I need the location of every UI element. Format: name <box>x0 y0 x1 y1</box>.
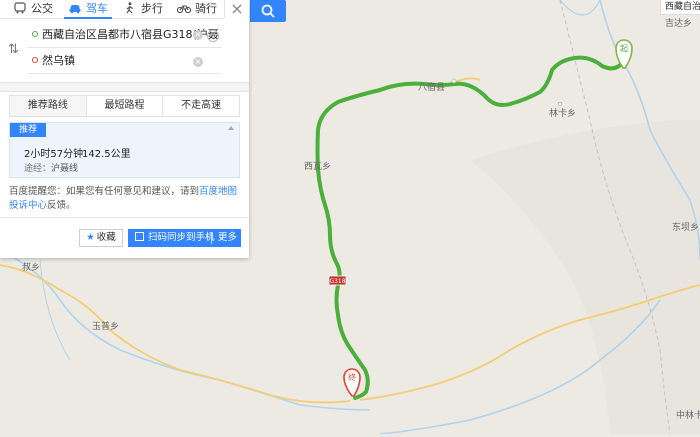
tab-shortest[interactable]: 最短路程 <box>87 96 164 116</box>
search-icon <box>261 4 275 18</box>
end-marker-label: 终 <box>348 372 356 382</box>
region-label: 西藏自治 <box>660 0 700 15</box>
start-point-text: 西藏自治区昌都市八宿县G318(沪聂 <box>42 28 218 41</box>
collapse-icon[interactable] <box>228 126 234 130</box>
mode-drive[interactable]: 驾车 <box>64 0 112 19</box>
section-divider <box>0 82 249 92</box>
scan-to-phone-button[interactable]: 扫码同步到手机 更多 <box>128 229 241 247</box>
route-duration: 2小时57分钟 <box>24 149 84 160</box>
field-divider <box>28 73 222 74</box>
swap-icon[interactable]: ⇅ <box>8 42 22 57</box>
star-icon: ★ <box>86 232 95 243</box>
add-waypoint-icon[interactable]: + <box>207 30 219 42</box>
close-button[interactable]: × <box>224 0 249 18</box>
tab-recommended[interactable]: 推荐路线 <box>10 96 87 116</box>
feedback-tip: 百度提醒您：如果您有任何意见和建议，请到百度地图投诉中心反馈。 <box>9 185 241 213</box>
tab-no-highway[interactable]: 不走高速 <box>163 96 239 116</box>
car-icon <box>69 5 81 14</box>
close-icon: × <box>230 0 244 18</box>
favorite-label: 收藏 <box>96 232 116 243</box>
end-point-field[interactable]: 然乌镇 <box>28 50 218 72</box>
clear-end-icon[interactable]: × <box>193 57 203 67</box>
mode-walk[interactable]: 步行 <box>123 0 163 18</box>
section-divider <box>0 217 249 218</box>
place-label-dongba: 东坝乡 <box>672 223 700 233</box>
place-label-jiaoyu: 叔乡 <box>22 263 41 273</box>
tip-text-end: 反馈。 <box>47 200 76 211</box>
bus-icon <box>14 2 26 14</box>
end-dot-icon <box>32 57 38 63</box>
search-button[interactable] <box>250 0 286 22</box>
mode-drive-label: 驾车 <box>86 2 108 15</box>
end-point-text: 然乌镇 <box>42 54 75 67</box>
button-divider <box>211 232 212 244</box>
route-panel: 公交 驾车 步行 骑行 × ⇅ 西藏自治区昌都市八宿县G318(沪聂 × + 然… <box>0 0 249 258</box>
bike-icon <box>177 5 191 14</box>
place-label-baxiu: 八宿县 <box>418 83 446 93</box>
route-via-label: 途经： <box>24 164 52 174</box>
route-distance: 142.5公里 <box>82 149 131 160</box>
route-via-value: 沪聂线 <box>51 164 79 174</box>
field-divider <box>28 47 222 48</box>
clear-start-icon[interactable]: × <box>193 30 203 40</box>
start-point-field[interactable]: 西藏自治区昌都市八宿县G318(沪聂 <box>28 24 218 46</box>
mode-transit[interactable]: 公交 <box>13 0 53 18</box>
scan-label: 扫码同步到手机 <box>148 232 215 243</box>
start-dot-icon <box>32 31 38 37</box>
mode-bike[interactable]: 骑行 <box>177 0 217 18</box>
recommended-badge: 推荐 <box>10 123 46 137</box>
more-button[interactable]: 更多 <box>218 229 237 247</box>
mode-transit-label: 公交 <box>31 2 53 15</box>
start-marker-label: 起 <box>620 44 628 53</box>
place-label-yupu: 玉普乡 <box>92 322 120 332</box>
place-label-jida: 吉达乡 <box>665 19 693 29</box>
recommended-route-card[interactable]: 推荐 2小时57分钟 142.5公里 途经：沪聂线 <box>9 122 240 178</box>
route-tabs: 推荐路线 最短路程 不走高速 <box>9 95 240 117</box>
walk-icon <box>126 2 134 14</box>
qr-code-icon <box>135 232 144 241</box>
place-label-linka: 林卡乡 <box>549 109 577 119</box>
favorite-button[interactable]: ★ 收藏 <box>79 229 123 247</box>
tip-text: 百度提醒您：如果您有任何意见和建议，请到 <box>9 186 200 197</box>
road-shield-label: G318 <box>329 278 345 285</box>
mode-bike-label: 骑行 <box>195 2 217 15</box>
travel-mode-bar: 公交 驾车 步行 骑行 <box>0 0 223 19</box>
place-label-xiwa: 西瓦乡 <box>304 162 332 172</box>
town-dot <box>451 78 457 84</box>
place-label-zhonglinka: 中林卡 <box>676 411 700 421</box>
mode-walk-label: 步行 <box>141 2 163 15</box>
route-via: 途经：沪聂线 <box>24 161 78 174</box>
